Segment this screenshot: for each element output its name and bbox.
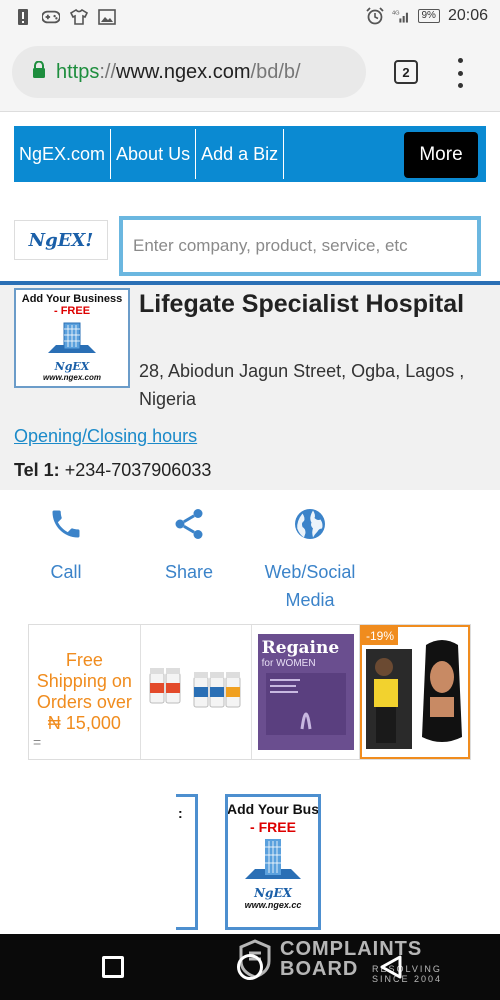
regaine-ad[interactable]: Regaine for WOMEN	[252, 625, 360, 759]
browser-toolbar: https://www.ngex.com/bd/b/ 2	[0, 36, 500, 112]
shirt-icon	[70, 8, 88, 26]
tab-switcher-button[interactable]: 2	[394, 60, 418, 84]
supplement-ad[interactable]	[141, 625, 253, 759]
status-notification-icons	[14, 8, 116, 26]
thumbnail-url: www.ngex.com	[43, 373, 101, 382]
web-social-label: Web/Social Media	[264, 562, 356, 610]
action-buttons: Call Share Web/Social Media	[0, 492, 500, 612]
globe-icon	[292, 506, 328, 558]
business-address: 28, Abiodun Jagun Street, Ogba, Lagos , …	[139, 361, 465, 409]
status-bar: 4G 9% 20:06	[0, 0, 500, 36]
partial-banner-text: :	[178, 805, 183, 821]
alert-icon	[14, 8, 32, 26]
status-system-icons: 4G 9% 20:06	[365, 7, 488, 25]
status-time: 20:06	[447, 7, 488, 24]
partial-banner[interactable]: :	[176, 794, 198, 930]
site-logo[interactable]: NgEX!	[14, 220, 108, 260]
telephone-line: Tel 1: +234-7037906033	[14, 460, 211, 481]
search-input[interactable]	[119, 216, 481, 276]
lock-icon	[32, 60, 46, 84]
banner-line1: Add Your Bus	[226, 801, 320, 817]
phone-icon	[48, 506, 84, 558]
regaine-package-art	[265, 673, 346, 735]
call-label: Call	[50, 562, 82, 582]
share-label: Share	[165, 562, 214, 582]
regaine-subtitle: for WOMEN	[261, 658, 316, 669]
building-icon	[241, 835, 305, 886]
battery-indicator: 9%	[417, 9, 440, 23]
free-shipping-text: Free Shipping on Orders over ₦ 15,000	[36, 650, 132, 733]
url-path: /bd/b/	[250, 60, 301, 83]
site-nav-bar: NgEX.com About Us Add a Biz More	[14, 126, 486, 182]
menu-dot	[457, 70, 463, 76]
thumbnail-line2: - FREE	[53, 305, 91, 317]
shield-icon	[239, 939, 271, 979]
ad-strip: Free Shipping on Orders over ₦ 15,000 = …	[28, 624, 471, 760]
menu-dot	[457, 83, 463, 88]
image-icon	[98, 8, 116, 26]
watermark-tagline: RESOLVING SINCE 2004	[372, 964, 443, 984]
regaine-title: Regaine	[261, 638, 340, 658]
free-shipping-ad[interactable]: Free Shipping on Orders over ₦ 15,000 =	[29, 625, 141, 759]
fashion-photo	[366, 640, 462, 749]
banner-line2: - FREE	[250, 819, 296, 835]
more-button[interactable]: More	[404, 132, 478, 178]
web-page: NgEX.com About Us Add a Biz More NgEX! A…	[0, 112, 500, 934]
business-name: Lifegate Specialist Hospital	[139, 290, 465, 318]
business-listing: Add Your Business - FREE NgEX www.ngex.c…	[0, 285, 500, 490]
telephone-label: Tel 1:	[14, 460, 60, 480]
call-button[interactable]: Call	[48, 506, 84, 586]
url-separator: ://	[99, 60, 117, 83]
discount-badge: -19%	[362, 627, 399, 645]
system-nav-bar: COMPLAINTS BOARD RESOLVING SINCE 2004	[0, 934, 500, 1000]
banner-logo: NgEX	[254, 886, 292, 900]
site-logo-text: NgEX!	[28, 229, 94, 251]
supplement-bottles-image	[146, 665, 246, 720]
share-icon	[171, 506, 207, 558]
add-business-banner[interactable]: Add Your Bus - FREE NgEX www.ngex.cc	[225, 794, 321, 930]
complaints-board-watermark: COMPLAINTS BOARD RESOLVING SINCE 2004	[238, 934, 458, 984]
telephone-number[interactable]: +234-7037906033	[65, 460, 212, 480]
thumbnail-line1: Add Your Business	[21, 293, 123, 305]
url-host: www.ngex.com	[116, 60, 251, 83]
nav-link-home[interactable]: NgEX.com	[14, 129, 112, 179]
gamepad-icon	[42, 8, 60, 26]
watermark-line1: COMPLAINTS	[280, 938, 423, 960]
overflow-menu-button[interactable]	[450, 58, 470, 88]
web-social-button[interactable]: Web/Social Media	[258, 506, 362, 614]
recents-button[interactable]	[102, 956, 124, 978]
building-icon	[44, 319, 100, 360]
opening-hours-link[interactable]: Opening/Closing hours	[14, 426, 197, 447]
ad-equals-mark: =	[33, 734, 42, 750]
thumbnail-logo: NgEX	[54, 360, 90, 373]
nav-link-add-biz[interactable]: Add a Biz	[196, 129, 285, 179]
share-button[interactable]: Share	[165, 506, 213, 586]
banner-url: www.ngex.cc	[244, 900, 302, 910]
address-bar[interactable]: https://www.ngex.com/bd/b/	[12, 46, 366, 98]
lower-banners: : Add Your Bus - FREE NgEX www.ngex.cc	[0, 792, 500, 934]
nav-link-about[interactable]: About Us	[111, 129, 197, 179]
network-type: 4G	[392, 10, 400, 16]
business-thumbnail[interactable]: Add Your Business - FREE NgEX www.ngex.c…	[14, 288, 130, 388]
url-scheme: https	[56, 60, 100, 83]
regaine-package: Regaine for WOMEN	[257, 634, 354, 750]
signal-icon: 4G	[392, 7, 410, 25]
menu-dot	[457, 58, 463, 63]
alarm-icon	[365, 7, 384, 25]
fashion-discount-ad[interactable]: -19%	[360, 625, 470, 759]
